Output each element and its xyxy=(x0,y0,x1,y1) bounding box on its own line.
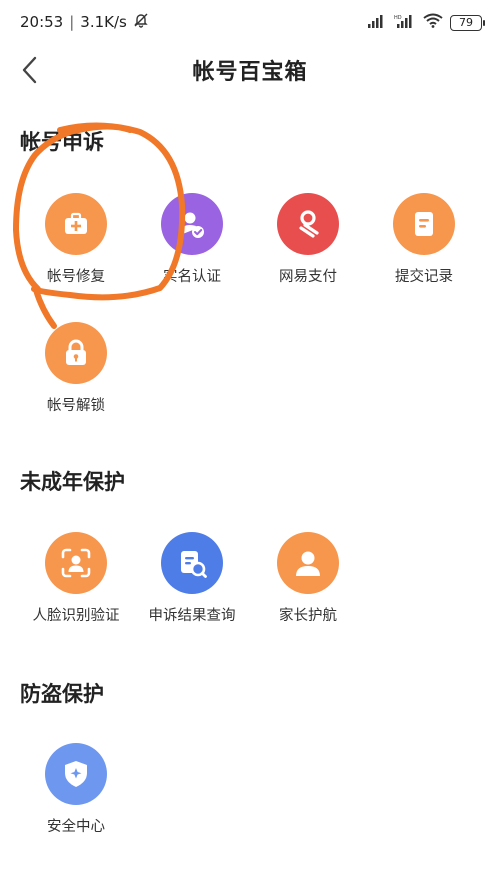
status-right: HD 79 xyxy=(367,13,485,32)
netease-pay-tile[interactable]: 网易支付 xyxy=(250,193,366,293)
status-bar: 20:53 | 3.1K/s HD 79 xyxy=(0,0,500,48)
face-recognition-label: 人脸识别验证 xyxy=(32,608,120,624)
svg-text:HD: HD xyxy=(394,15,402,21)
account-repair-tile[interactable]: 帐号修复 xyxy=(18,193,134,293)
status-separator: | xyxy=(69,13,75,31)
account-repair-label: 帐号修复 xyxy=(47,269,105,285)
account-unlock-icon xyxy=(45,322,107,384)
account-unlock-label: 帐号解锁 xyxy=(47,398,105,414)
parent-guard-tile[interactable]: 家长护航 xyxy=(250,532,366,632)
status-time: 20:53 xyxy=(20,13,64,31)
face-recognition-icon xyxy=(45,532,107,594)
status-left: 20:53 | 3.1K/s xyxy=(20,12,149,32)
parent-guard-icon xyxy=(277,532,339,594)
submit-record-icon xyxy=(393,193,455,255)
submit-record-tile[interactable]: 提交记录 xyxy=(366,193,482,293)
appeal-result-query-tile[interactable]: 申诉结果查询 xyxy=(134,532,250,632)
security-center-icon xyxy=(45,743,107,805)
signal-hd-icon: HD xyxy=(394,13,416,32)
appeal-result-query-label: 申诉结果查询 xyxy=(148,608,236,624)
status-network-speed: 3.1K/s xyxy=(80,13,127,31)
face-recognition-tile[interactable]: 人脸识别验证 xyxy=(18,532,134,632)
appeal-result-query-icon xyxy=(161,532,223,594)
section-title-antitheft: 防盗保护 xyxy=(20,682,104,706)
section-title-minor-protection: 未成年保护 xyxy=(20,470,125,494)
security-center-tile[interactable]: 安全中心 xyxy=(18,743,134,843)
parent-guard-label: 家长护航 xyxy=(279,608,337,624)
battery-indicator: 79 xyxy=(450,14,485,31)
real-name-auth-tile[interactable]: 实名认证 xyxy=(134,193,250,293)
account-repair-icon xyxy=(45,193,107,255)
page-title: 帐号百宝箱 xyxy=(192,60,308,85)
signal-icon xyxy=(367,13,387,32)
real-name-auth-icon xyxy=(161,193,223,255)
account-unlock-tile[interactable]: 帐号解锁 xyxy=(18,322,134,422)
nav-bar: 帐号百宝箱 xyxy=(0,48,500,92)
bell-muted-icon xyxy=(133,12,149,32)
real-name-auth-label: 实名认证 xyxy=(163,269,221,285)
wifi-icon xyxy=(423,13,443,32)
netease-pay-icon xyxy=(277,193,339,255)
netease-pay-label: 网易支付 xyxy=(279,269,337,285)
security-center-label: 安全中心 xyxy=(47,819,105,835)
section-title-appeal: 帐号申诉 xyxy=(20,130,104,154)
submit-record-label: 提交记录 xyxy=(395,269,453,285)
